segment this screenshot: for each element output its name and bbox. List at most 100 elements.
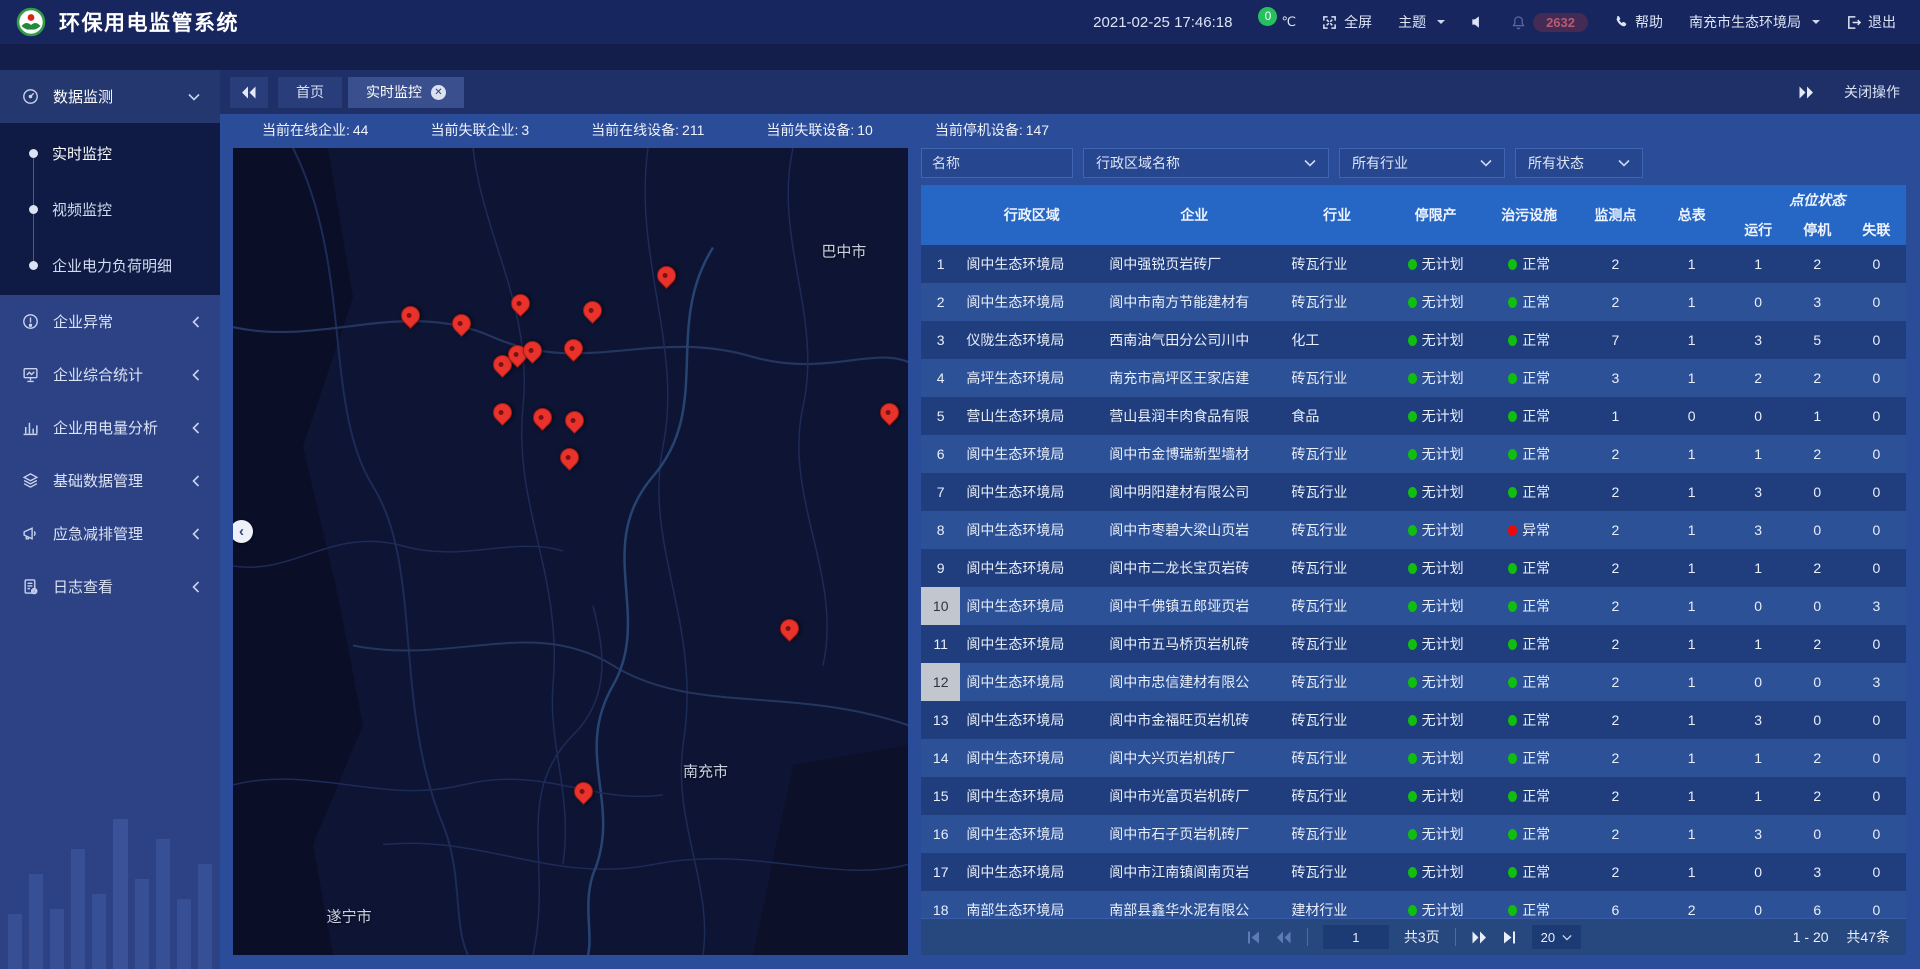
table-row[interactable]: 13 阆中生态环境局 阆中市金福旺页岩机砖 砖瓦行业 无计划 正常 2 1 3 … xyxy=(921,701,1906,739)
sidebar-item-label: 日志查看 xyxy=(53,576,113,597)
column-header: 停限产 xyxy=(1389,185,1483,245)
prev-page-button[interactable] xyxy=(1276,931,1292,944)
cell-facility-status: 正常 xyxy=(1482,397,1576,435)
sidebar-subitem-realtime-monitoring[interactable]: 实时监控 xyxy=(0,125,220,181)
chevron-down-icon xyxy=(1618,159,1630,167)
sidebar-item-power-usage-analysis[interactable]: 企业用电量分析 xyxy=(0,401,220,454)
cell-monitor-points: 2 xyxy=(1576,701,1655,739)
name-filter-input[interactable] xyxy=(921,148,1073,178)
sidebar-subitem-label: 实时监控 xyxy=(52,143,112,164)
table-row[interactable]: 15 阆中生态环境局 阆中市光富页岩机砖厂 砖瓦行业 无计划 正常 2 1 1 … xyxy=(921,777,1906,815)
chevron-left-icon xyxy=(192,369,200,381)
tabs-scroll-left-button[interactable] xyxy=(230,77,268,108)
cell-meters: 1 xyxy=(1655,473,1729,511)
column-subheader: 失联 xyxy=(1847,215,1906,245)
table-row[interactable]: 1 阆中生态环境局 阆中强锐页岩砖厂 砖瓦行业 无计划 正常 2 1 1 2 0 xyxy=(921,245,1906,283)
table-row[interactable]: 6 阆中生态环境局 阆中市金博瑞新型墙材 砖瓦行业 无计划 正常 2 1 1 2… xyxy=(921,435,1906,473)
sidebar-item-data-monitoring[interactable]: 数据监测 xyxy=(0,70,220,123)
table-row[interactable]: 10 阆中生态环境局 阆中千佛镇五郎垭页岩 砖瓦行业 无计划 正常 2 1 0 … xyxy=(921,587,1906,625)
mute-speaker-button[interactable] xyxy=(1471,15,1485,29)
table-row[interactable]: 9 阆中生态环境局 阆中市二龙长宝页岩砖 砖瓦行业 无计划 正常 2 1 1 2… xyxy=(921,549,1906,587)
org-dropdown[interactable]: 南充市生态环境局 xyxy=(1689,12,1820,32)
cell-limit-status: 无计划 xyxy=(1389,283,1483,321)
cell-running: 0 xyxy=(1729,853,1788,891)
logout-label: 退出 xyxy=(1868,12,1896,32)
status-filter-select[interactable]: 所有状态 xyxy=(1515,148,1643,178)
cell-stopped: 0 xyxy=(1788,511,1847,549)
first-page-button[interactable] xyxy=(1246,931,1261,944)
page-size-select[interactable]: 20 xyxy=(1532,925,1581,949)
notifications[interactable]: 2632 xyxy=(1511,13,1588,32)
row-index: 1 xyxy=(921,245,960,283)
last-page-button[interactable] xyxy=(1502,931,1517,944)
cell-region: 阆中生态环境局 xyxy=(960,815,1103,853)
cell-industry: 砖瓦行业 xyxy=(1285,511,1388,549)
status-dot-icon xyxy=(1508,335,1517,346)
table-row[interactable]: 4 高坪生态环境局 南充市高坪区王家店建 砖瓦行业 无计划 正常 3 1 2 2… xyxy=(921,359,1906,397)
sidebar-item-enterprise-statistics[interactable]: 企业综合统计 xyxy=(0,348,220,401)
tabs-scroll-right-button[interactable] xyxy=(1798,86,1814,99)
total-pages-label: 共3页 xyxy=(1404,927,1440,947)
cell-region: 高坪生态环境局 xyxy=(960,359,1103,397)
cell-facility-status: 正常 xyxy=(1482,245,1576,283)
table-row[interactable]: 18 南部生态环境局 南部县鑫华水泥有限公 建材行业 无计划 正常 6 2 0 … xyxy=(921,891,1906,918)
next-page-button[interactable] xyxy=(1471,931,1487,944)
cell-industry: 砖瓦行业 xyxy=(1285,549,1388,587)
stat-value: 3 xyxy=(521,122,529,138)
cell-stopped: 2 xyxy=(1788,549,1847,587)
sidebar-subitem-video-monitoring[interactable]: 视频监控 xyxy=(0,181,220,237)
help-button[interactable]: 帮助 xyxy=(1614,12,1663,32)
tab-realtime-monitoring[interactable]: 实时监控 ✕ xyxy=(348,77,464,108)
sidebar-item-enterprise-abnormal[interactable]: 企业异常 xyxy=(0,295,220,348)
cell-region: 阆中生态环境局 xyxy=(960,435,1103,473)
tab-label: 首页 xyxy=(296,82,324,102)
region-filter-select[interactable]: 行政区域名称 xyxy=(1083,148,1329,178)
cell-offline: 0 xyxy=(1847,321,1906,359)
table-row[interactable]: 12 阆中生态环境局 阆中市忠信建材有限公 砖瓦行业 无计划 正常 2 1 0 … xyxy=(921,663,1906,701)
table-row[interactable]: 14 阆中生态环境局 阆中大兴页岩机砖厂 砖瓦行业 无计划 正常 2 1 1 2… xyxy=(921,739,1906,777)
theme-dropdown[interactable]: 主题 xyxy=(1398,12,1445,32)
table-row[interactable]: 5 营山生态环境局 营山县润丰肉食品有限 食品 无计划 正常 1 0 0 1 0 xyxy=(921,397,1906,435)
bar-chart-icon xyxy=(22,419,39,436)
table-row[interactable]: 8 阆中生态环境局 阆中市枣碧大梁山页岩 砖瓦行业 无计划 异常 2 1 3 0… xyxy=(921,511,1906,549)
chevron-down-icon xyxy=(1437,20,1445,28)
content: 巴中市南充市遂宁市 ‹ 行政区域名称 所有行业 xyxy=(220,146,1920,969)
app-root: 环保用电监管系统 2021-02-25 17:46:18 0 ℃ 全屏 主题 xyxy=(0,0,1920,969)
map-panel[interactable]: 巴中市南充市遂宁市 ‹ xyxy=(233,148,908,955)
cell-offline: 0 xyxy=(1847,853,1906,891)
sidebar-item-base-data-management[interactable]: 基础数据管理 xyxy=(0,454,220,507)
notification-count-badge: 2632 xyxy=(1533,13,1588,32)
close-tab-icon[interactable]: ✕ xyxy=(431,85,446,100)
table-row[interactable]: 11 阆中生态环境局 阆中市五马桥页岩机砖 砖瓦行业 无计划 正常 2 1 1 … xyxy=(921,625,1906,663)
close-operations-button[interactable]: 关闭操作 xyxy=(1844,82,1900,102)
cell-facility-status: 正常 xyxy=(1482,777,1576,815)
tab-home[interactable]: 首页 xyxy=(278,77,342,108)
cell-region: 阆中生态环境局 xyxy=(960,511,1103,549)
table-row[interactable]: 3 仪陇生态环境局 西南油气田分公司川中 化工 无计划 正常 7 1 3 5 0 xyxy=(921,321,1906,359)
pagination-controls: 1 共3页 20 xyxy=(1246,925,1581,949)
industry-filter-select[interactable]: 所有行业 xyxy=(1339,148,1505,178)
cell-company: 阆中市枣碧大梁山页岩 xyxy=(1103,511,1285,549)
cell-running: 1 xyxy=(1729,435,1788,473)
logout-button[interactable]: 退出 xyxy=(1846,12,1896,32)
cell-industry: 砖瓦行业 xyxy=(1285,283,1388,321)
cell-industry: 建材行业 xyxy=(1285,891,1388,918)
sidebar-subitem-power-load-detail[interactable]: 企业电力负荷明细 xyxy=(0,237,220,293)
status-dot-icon xyxy=(1408,335,1417,346)
sidebar-item-log-view[interactable]: 日志查看 xyxy=(0,560,220,613)
table-row[interactable]: 16 阆中生态环境局 阆中市石子页岩机砖厂 砖瓦行业 无计划 正常 2 1 3 … xyxy=(921,815,1906,853)
cell-offline: 0 xyxy=(1847,777,1906,815)
cell-industry: 砖瓦行业 xyxy=(1285,663,1388,701)
table-row[interactable]: 17 阆中生态环境局 阆中市江南镇阆南页岩 砖瓦行业 无计划 正常 2 1 0 … xyxy=(921,853,1906,891)
gauge-icon xyxy=(22,88,39,105)
stat-value: 10 xyxy=(857,122,873,138)
page-number-input[interactable]: 1 xyxy=(1323,925,1389,949)
sidebar-item-emergency-reduction[interactable]: 应急减排管理 xyxy=(0,507,220,560)
fullscreen-button[interactable]: 全屏 xyxy=(1322,12,1372,32)
cell-running: 1 xyxy=(1729,549,1788,587)
cell-meters: 1 xyxy=(1655,245,1729,283)
cell-limit-status: 无计划 xyxy=(1389,473,1483,511)
table-row[interactable]: 2 阆中生态环境局 阆中市南方节能建材有 砖瓦行业 无计划 正常 2 1 0 3… xyxy=(921,283,1906,321)
table-row[interactable]: 7 阆中生态环境局 阆中明阳建材有限公司 砖瓦行业 无计划 正常 2 1 3 0… xyxy=(921,473,1906,511)
cell-monitor-points: 2 xyxy=(1576,777,1655,815)
